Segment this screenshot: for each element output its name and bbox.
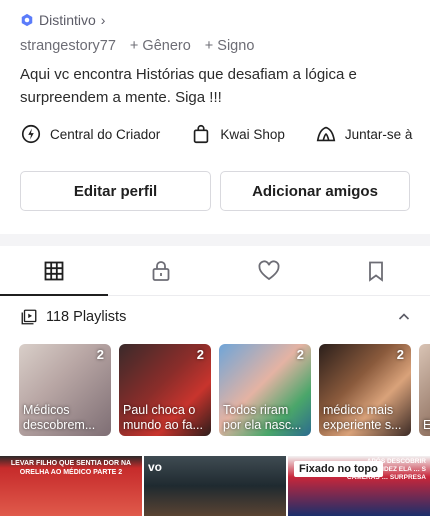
video-grid: LEVAR FILHO QUE SENTIA DOR NA ORELHA AO … bbox=[0, 456, 430, 516]
playlist-caption: E bbox=[423, 418, 430, 432]
video-overlay-text: vo bbox=[148, 460, 163, 474]
add-sign-link[interactable]: + Signo bbox=[205, 38, 255, 54]
chevron-right-icon: › bbox=[100, 12, 106, 28]
playlist-card[interactable]: 2 médico mais experiente s... bbox=[319, 344, 411, 436]
username: strangestory77 bbox=[20, 38, 116, 54]
add-gender-link[interactable]: + Gênero bbox=[130, 38, 191, 54]
creator-center-link[interactable]: Central do Criador bbox=[20, 123, 160, 145]
playlist-caption: Todos riram por ela nasc... bbox=[223, 403, 302, 432]
playlists-header[interactable]: 118 Playlists bbox=[20, 308, 412, 326]
tab-posts[interactable] bbox=[0, 246, 108, 296]
video-overlay-text: LEVAR FILHO QUE SENTIA DOR NA ORELHA AO … bbox=[10, 460, 132, 476]
badge-link[interactable]: Distintivo › bbox=[20, 12, 105, 28]
handle-row: strangestory77 + Gênero + Signo bbox=[20, 38, 254, 54]
creator-center-label: Central do Criador bbox=[50, 126, 161, 142]
section-divider bbox=[0, 234, 430, 246]
lightning-circle-icon bbox=[21, 124, 41, 144]
shopping-bag-icon bbox=[194, 124, 209, 144]
playlist-count: 2 bbox=[296, 347, 304, 362]
badge-icon bbox=[21, 13, 33, 27]
profile-links: Central do Criador Kwai Shop Juntar-se à bbox=[20, 123, 430, 145]
content-tabs bbox=[0, 246, 430, 296]
pinned-badge: Fixado no topo bbox=[294, 461, 383, 477]
playlist-icon bbox=[21, 309, 37, 325]
playlist-count: 2 bbox=[396, 347, 404, 362]
tab-likes[interactable] bbox=[215, 246, 323, 295]
lock-icon bbox=[152, 260, 170, 281]
badge-label: Distintivo bbox=[39, 12, 96, 28]
playlist-carousel: 2 Médicos descobrem... 2 Paul choca o mu… bbox=[19, 344, 430, 436]
edit-profile-button[interactable]: Editar perfil bbox=[20, 171, 211, 211]
playlist-card[interactable]: 2 Médicos descobrem... bbox=[19, 344, 111, 436]
join-group-label: Juntar-se à bbox=[344, 126, 413, 142]
playlist-caption: médico mais experiente s... bbox=[323, 403, 402, 432]
playlist-card[interactable]: E bbox=[419, 344, 430, 436]
video-thumbnail[interactable]: LEVAR FILHO QUE SENTIA DOR NA ORELHA AO … bbox=[0, 456, 142, 516]
playlist-card[interactable]: 2 Paul choca o mundo ao fa... bbox=[119, 344, 211, 436]
join-group-link[interactable]: Juntar-se à bbox=[315, 123, 413, 145]
video-thumbnail[interactable]: vo bbox=[144, 456, 286, 516]
playlist-count: 2 bbox=[196, 347, 204, 362]
kwai-shop-label: Kwai Shop bbox=[220, 126, 285, 142]
playlist-count: 2 bbox=[96, 347, 104, 362]
kwai-shop-link[interactable]: Kwai Shop bbox=[190, 123, 285, 145]
playlist-caption: Paul choca o mundo ao fa... bbox=[123, 403, 203, 432]
playlist-card[interactable]: 2 Todos riram por ela nasc... bbox=[219, 344, 311, 436]
group-tent-icon bbox=[316, 126, 336, 142]
tab-saved[interactable] bbox=[323, 246, 430, 295]
profile-bio: Aqui vc encontra Histórias que desafiam … bbox=[20, 66, 357, 106]
grid-icon bbox=[44, 261, 64, 280]
tab-private[interactable] bbox=[108, 246, 216, 295]
bookmark-icon bbox=[369, 261, 384, 282]
video-thumbnail[interactable]: APÓS DESCOBRIR GRAVIDEZ ELA … S CÂMERAS … bbox=[288, 456, 430, 516]
heart-icon bbox=[258, 259, 280, 280]
playlist-caption: Médicos descobrem... bbox=[23, 403, 96, 432]
chevron-up-icon[interactable] bbox=[396, 309, 412, 325]
add-friends-button[interactable]: Adicionar amigos bbox=[220, 171, 410, 211]
playlists-title: 118 Playlists bbox=[46, 309, 127, 325]
